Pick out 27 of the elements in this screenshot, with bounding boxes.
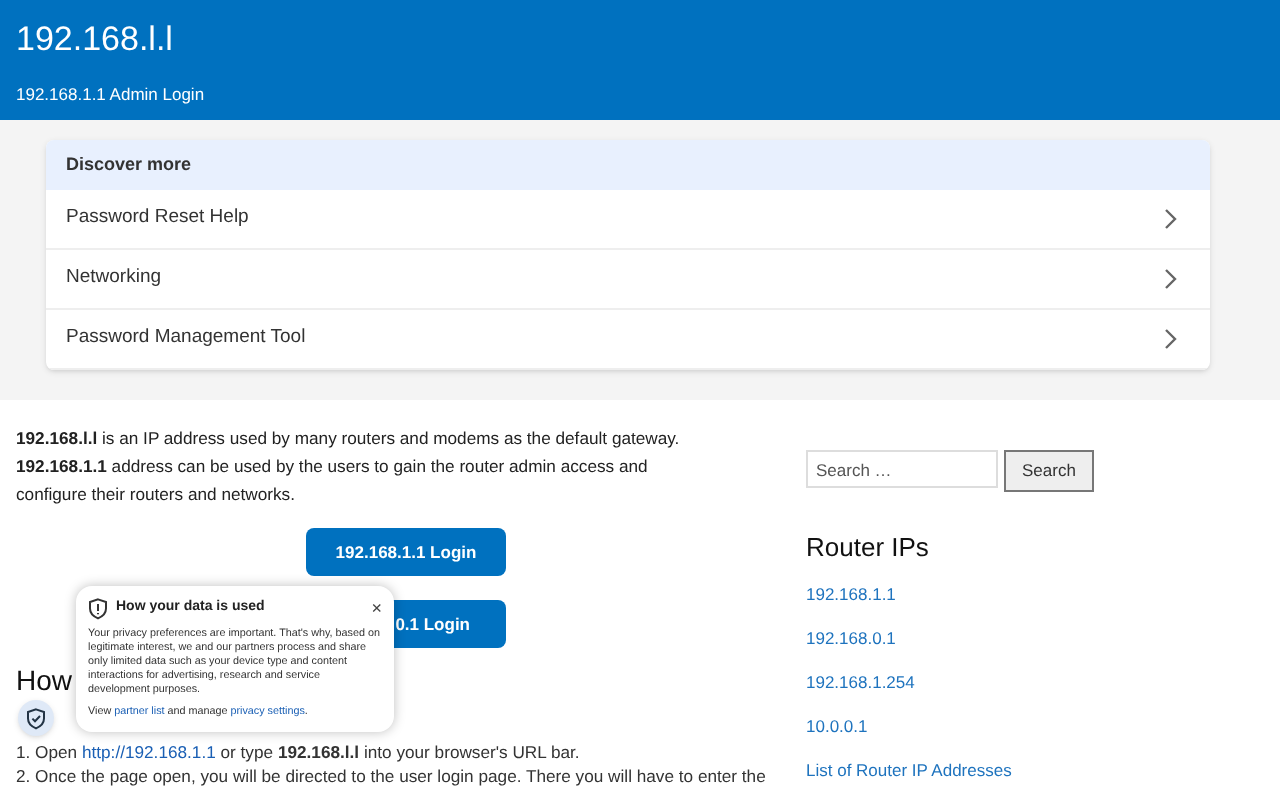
step-text: 1. Open http://192.168.1.1 or type 192.168.l.l into your browser's URL bar. bbox=[16, 740, 580, 764]
shield-icon bbox=[88, 598, 108, 620]
chevron-right-icon bbox=[1164, 328, 1178, 350]
discover-item[interactable]: Networking bbox=[46, 250, 1210, 310]
discover-title: Discover more bbox=[46, 140, 1210, 190]
login-button[interactable]: 192.168.1.1 Login bbox=[306, 528, 506, 576]
intro-paragraph: 192.168.l.l is an IP address used by many routers and modems as the default gateway. 192.168.1.1 address can be used by the users to gain the router admin access and configure their routers and networks. bbox=[16, 426, 682, 508]
router-ip-link[interactable]: 10.0.0.1 bbox=[806, 711, 868, 739]
discover-item[interactable]: Password Reset Help bbox=[46, 190, 1210, 250]
chevron-right-icon bbox=[1164, 208, 1178, 230]
site-title[interactable]: 192.168.l.l bbox=[16, 20, 1264, 60]
router-ip-link[interactable]: 192.168.0.1 bbox=[806, 623, 896, 651]
discover-item[interactable]: Password Management Tool bbox=[46, 310, 1210, 370]
router-ip-link[interactable]: 192.168.1.254 bbox=[806, 667, 915, 695]
sidebar-title: Router IPs bbox=[806, 530, 931, 566]
close-button[interactable]: × bbox=[371, 600, 382, 618]
step-text: 2. Once the page open, you will be directed to the user login page. There you will have to enter the bbox=[16, 764, 766, 788]
router-ip-link[interactable]: 192.168.1.1 bbox=[806, 579, 896, 607]
shield-check-icon bbox=[26, 707, 46, 729]
url-link[interactable]: http://192.168.1.1 bbox=[81, 742, 216, 762]
search-button[interactable]: Search bbox=[1004, 450, 1094, 492]
section-heading: How bbox=[16, 662, 73, 700]
chevron-right-icon bbox=[1164, 268, 1178, 290]
router-ip-link[interactable]: List of Router IP Addresses bbox=[806, 755, 1012, 783]
search-field[interactable]: Search … bbox=[806, 450, 998, 488]
privacy-badge[interactable] bbox=[18, 700, 54, 736]
site-subtitle: 192.168.1.1 Admin Login bbox=[16, 82, 207, 108]
